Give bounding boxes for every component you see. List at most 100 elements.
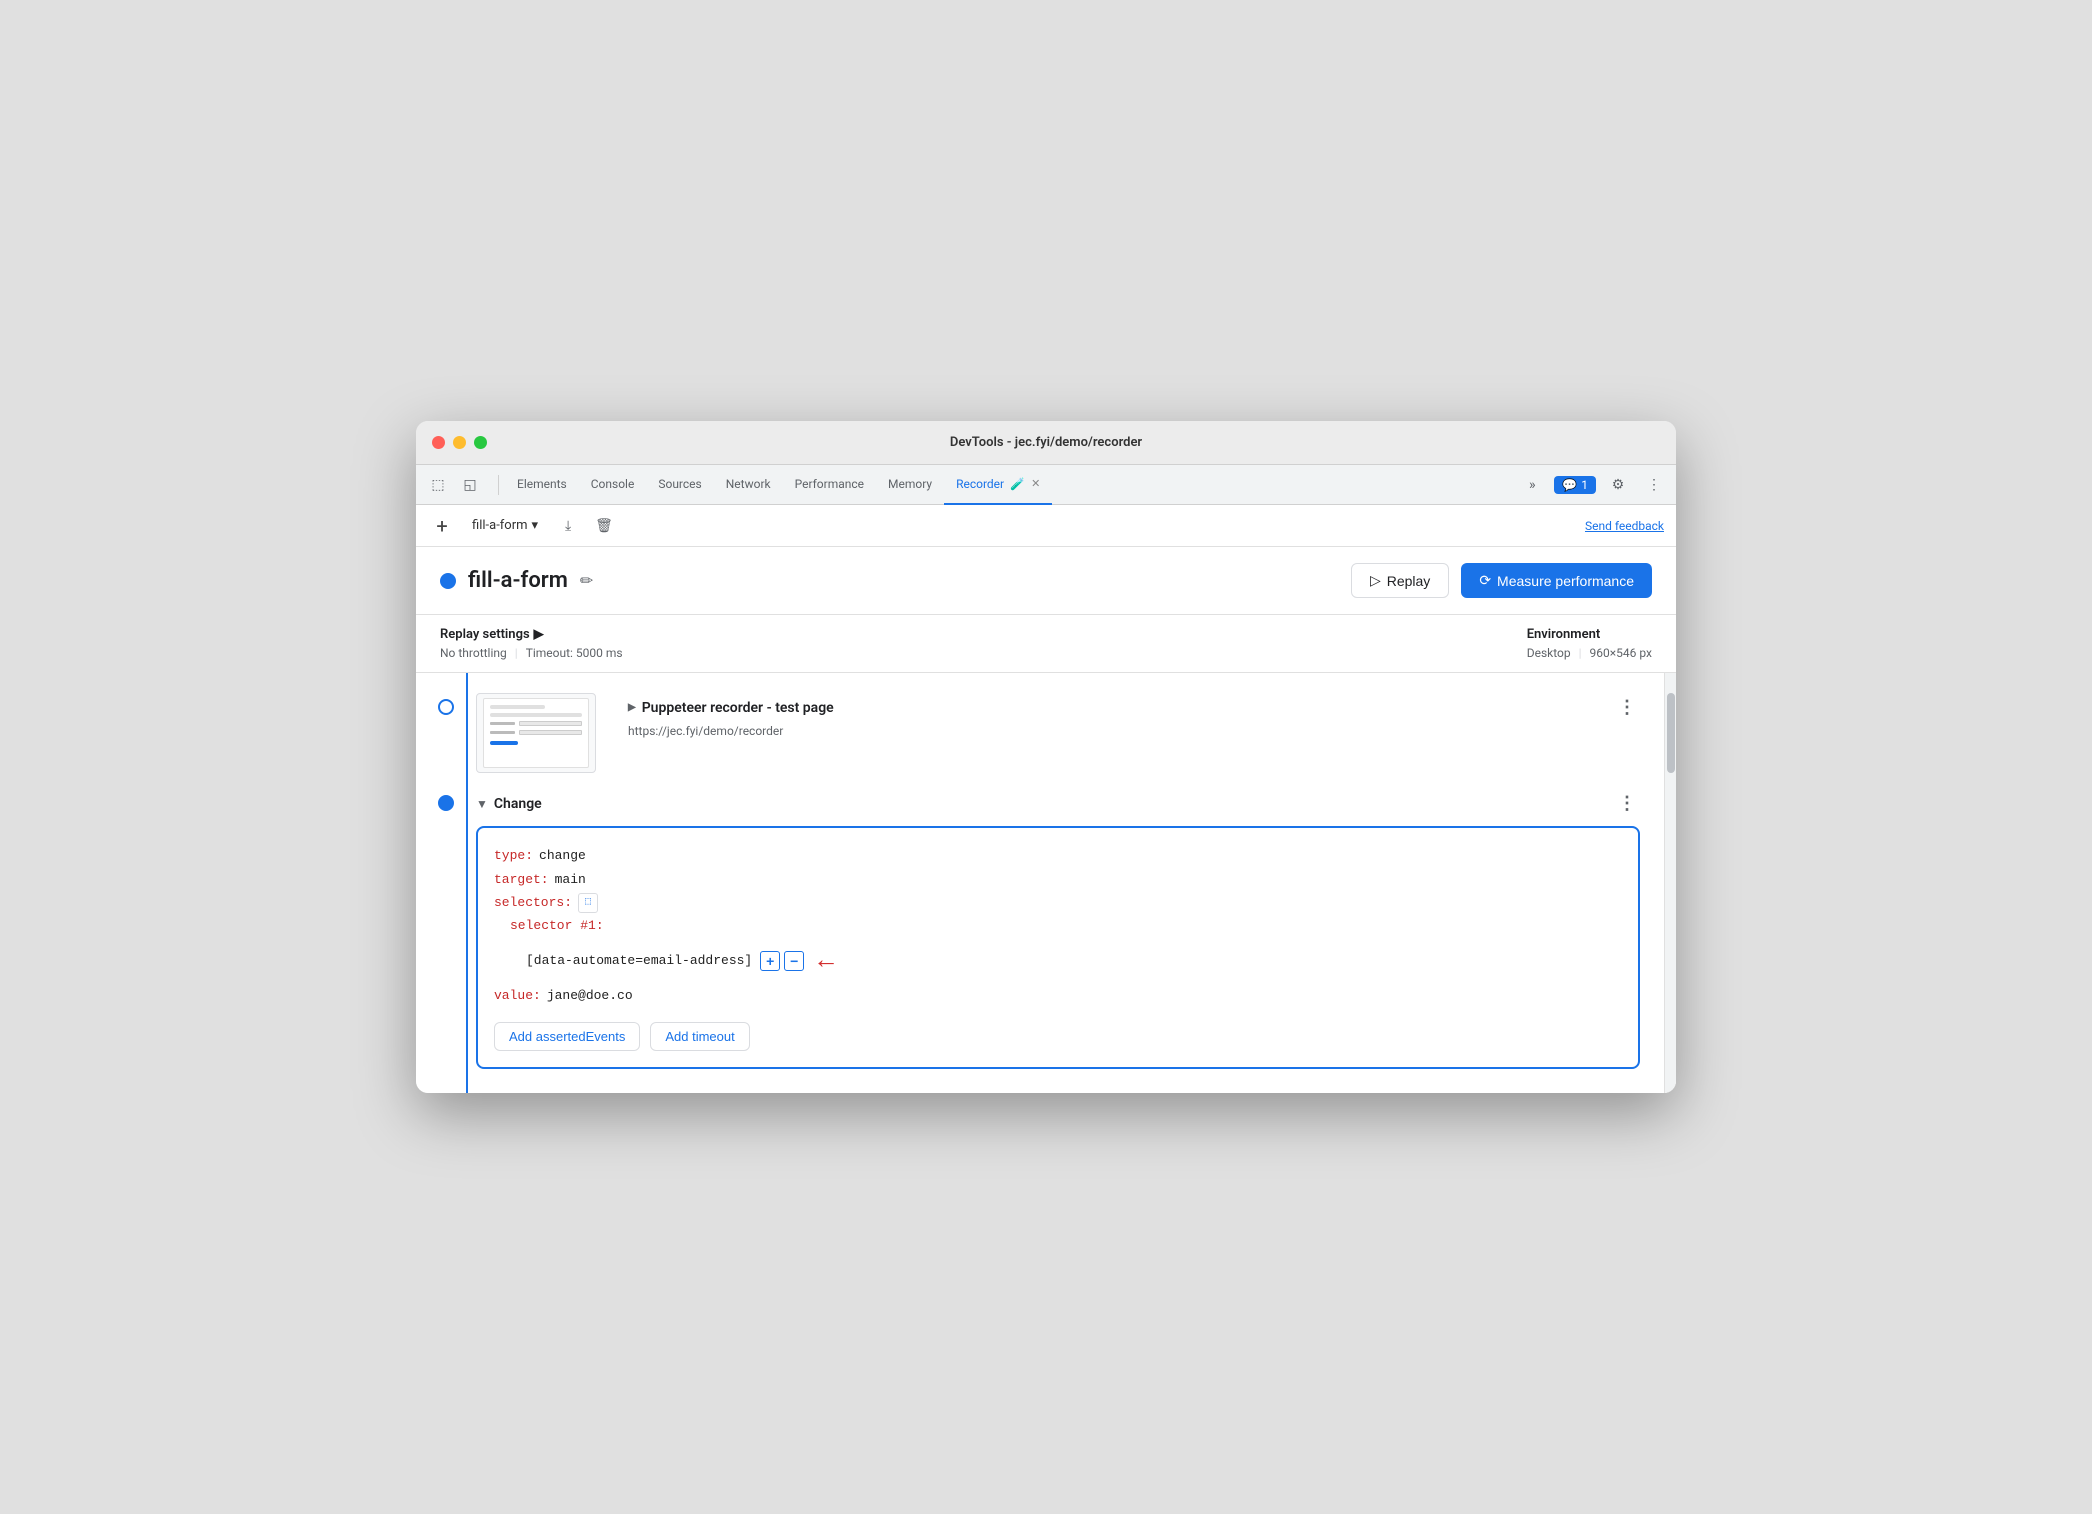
minimize-button[interactable] [453,436,466,449]
step1-expand-icon[interactable]: ▶ [628,702,636,713]
thumb-row2 [490,730,582,735]
replay-settings-group: Replay settings ▶ No throttling | Timeou… [440,627,623,660]
throttling-label: No throttling [440,646,507,660]
add-selector-button[interactable]: + [760,951,780,971]
maximize-button[interactable] [474,436,487,449]
change-expand-icon[interactable]: ▼ [476,797,488,811]
remove-selector-button[interactable]: − [784,951,804,971]
close-button[interactable] [432,436,445,449]
code-selector-num-line: selector #1: [494,914,1622,937]
add-asserted-events-button[interactable]: Add assertedEvents [494,1022,640,1051]
settings-separator: | [515,646,518,660]
environment-detail: Desktop | 960×546 px [1527,646,1652,660]
devtools-icon-group: ⬚ ◱ [424,471,484,499]
recording-title: fill-a-form [468,568,568,593]
thumb-input2 [519,730,582,735]
code-selectors-line: selectors: ⬚ [494,891,1622,914]
target-val: main [555,868,586,891]
timeline-line [466,673,468,1093]
replay-button[interactable]: ▷ Replay [1351,563,1449,598]
step1-title-row: ▶ Puppeteer recorder - test page ⋮ [628,693,1640,722]
tab-console[interactable]: Console [579,465,647,505]
tab-network[interactable]: Network [714,465,783,505]
recording-title-group: fill-a-form ✏ [440,568,593,593]
recording-header: fill-a-form ✏ ▷ Replay ⟳ Measure perform… [416,547,1676,615]
selector-pick-icon[interactable]: ⬚ [578,893,598,913]
target-key: target: [494,868,549,891]
thumbnail-inner [483,698,589,768]
recorder-close-icon[interactable]: ✕ [1031,477,1040,490]
main-area: fill-a-form ✏ ▷ Replay ⟳ Measure perform… [416,547,1676,1093]
chat-badge[interactable]: 💬 1 [1554,476,1596,494]
tabs-more-group: » 💬 1 ⚙ ⋮ [1518,471,1668,499]
export-button[interactable]: ⤓ [554,512,582,540]
add-recording-button[interactable]: + [428,512,456,540]
cursor-icon[interactable]: ⬚ [424,471,452,499]
thumb-row1 [490,721,582,726]
step1-dot [438,699,454,715]
tab-elements[interactable]: Elements [505,465,579,505]
tab-memory[interactable]: Memory [876,465,944,505]
step1-dot-col [416,693,476,715]
measure-performance-button[interactable]: ⟳ Measure performance [1461,563,1652,598]
tab-divider [498,475,499,495]
recorder-tab-content: Recorder 🧪 ✕ [956,477,1040,491]
code-block-row: type: change target: main [476,826,1640,1069]
scrollbar[interactable] [1664,673,1676,1093]
selectors-key: selectors: [494,891,572,914]
environment-label: Environment [1527,627,1601,642]
title-bar: DevTools - jec.fyi/demo/recorder [416,421,1676,465]
tab-recorder[interactable]: Recorder 🧪 ✕ [944,465,1052,505]
selector-num-key: selector #1: [510,914,604,937]
settings-section: Replay settings ▶ No throttling | Timeou… [416,615,1676,673]
recorder-tab-icon: 🧪 [1010,477,1025,491]
measure-label: Measure performance [1497,573,1634,589]
value-val: jane@doe.co [547,984,633,1007]
tab-performance[interactable]: Performance [783,465,876,505]
selector-buttons: + − [760,951,804,971]
recorder-tab-label: Recorder [956,477,1004,491]
step1-thumbnail [476,693,596,773]
replay-settings-title[interactable]: Replay settings ▶ [440,627,623,642]
delete-button[interactable]: 🗑 [590,512,618,540]
send-feedback-link[interactable]: Send feedback [1585,519,1664,533]
code-value-line: value: jane@doe.co [494,984,1622,1007]
arrow-right-icon: ← [818,938,834,985]
environment-title: Environment [1527,627,1652,642]
step1-title: Puppeteer recorder - test page [642,700,834,716]
settings-expand-icon: ▶ [534,627,544,642]
env-separator: | [1579,646,1582,660]
code-selector-val-line: [data-automate=email-address] + − ← [494,938,1622,985]
traffic-lights [432,436,487,449]
settings-icon[interactable]: ⚙ [1604,471,1632,499]
tab-sources[interactable]: Sources [646,465,713,505]
window-title: DevTools - jec.fyi/demo/recorder [950,435,1142,450]
add-timeout-button[interactable]: Add timeout [650,1022,749,1051]
more-tabs-button[interactable]: » [1518,471,1546,499]
more-options-icon[interactable]: ⋮ [1640,471,1668,499]
env-size: 960×546 px [1590,646,1652,660]
device-icon[interactable]: ◱ [456,471,484,499]
recording-selector[interactable]: fill-a-form ▾ [464,514,546,537]
change-title: Change [494,796,542,812]
thumb-button [490,741,518,745]
replay-label: Replay [1387,573,1431,589]
thumb-title-line [490,705,545,709]
step1-menu-icon[interactable]: ⋮ [1614,693,1640,722]
devtools-window: DevTools - jec.fyi/demo/recorder ⬚ ◱ Ele… [416,421,1676,1093]
measure-icon: ⟳ [1479,572,1491,589]
type-key: type: [494,844,533,867]
type-val: change [539,844,586,867]
edit-name-icon[interactable]: ✏ [580,571,593,590]
chat-count: 1 [1581,478,1588,492]
step-navigate: ▶ Puppeteer recorder - test page ⋮ https… [416,673,1664,789]
selector-value-text: [data-automate=email-address] [526,949,752,972]
action-buttons-row: Add assertedEvents Add timeout [494,1022,1622,1051]
scrollbar-thumb[interactable] [1667,693,1675,773]
recording-name-label: fill-a-form [472,518,528,533]
environment-group: Environment Desktop | 960×546 px [1527,627,1652,660]
env-type: Desktop [1527,646,1571,660]
steps-container: ▶ Puppeteer recorder - test page ⋮ https… [416,673,1676,1093]
step2-menu-icon[interactable]: ⋮ [1614,789,1640,818]
chat-icon: 💬 [1562,478,1577,492]
